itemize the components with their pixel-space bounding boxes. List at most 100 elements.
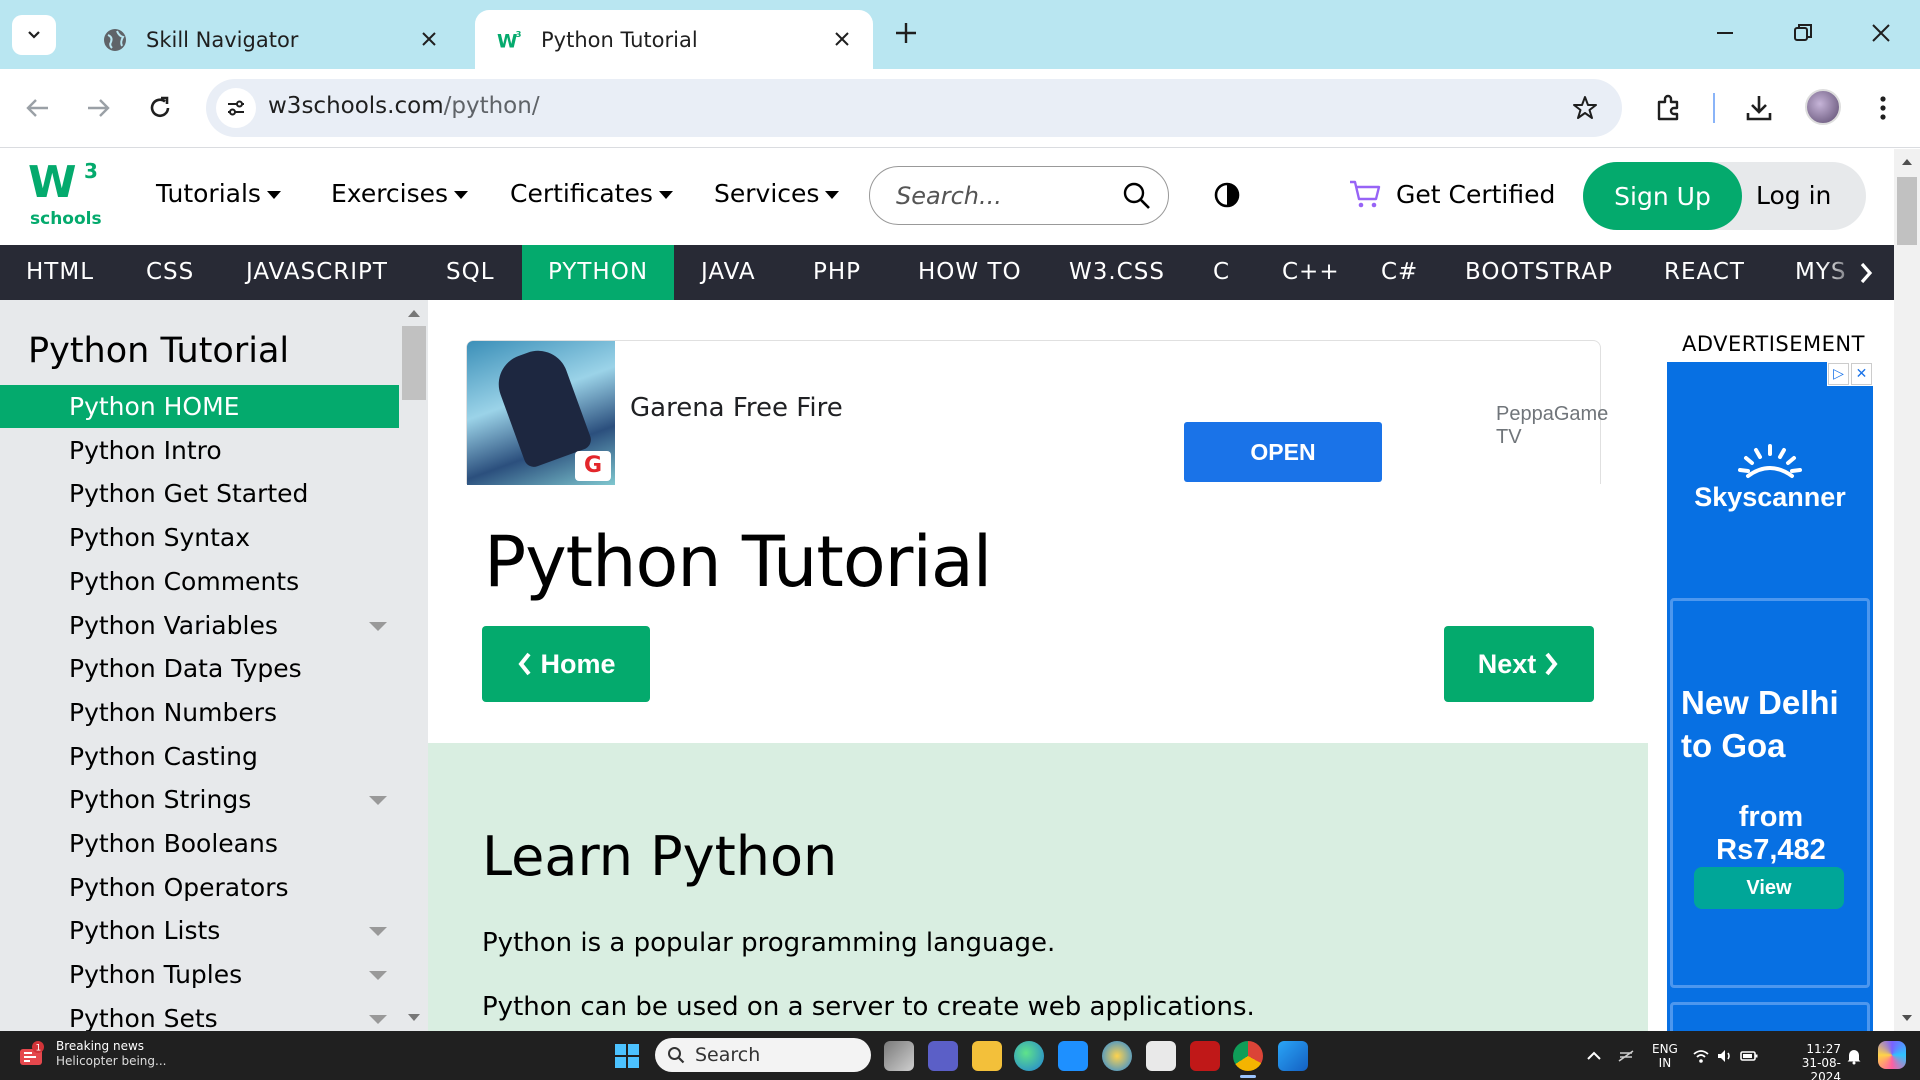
caret-down-icon[interactable] — [369, 971, 387, 981]
system-clock[interactable]: 11:27 31-08-2024 — [1775, 1042, 1841, 1080]
site-info-icon[interactable] — [216, 88, 256, 128]
address-bar[interactable]: w3schools.com/python/ — [206, 79, 1622, 137]
download-icon[interactable] — [1744, 93, 1774, 123]
search-icon[interactable] — [1122, 181, 1152, 211]
ad-open-button[interactable]: OPEN — [1184, 422, 1382, 482]
scroll-up-icon[interactable] — [408, 310, 420, 317]
topnav-css[interactable]: CSS — [146, 245, 194, 300]
topnav-howto[interactable]: HOW TO — [918, 245, 1022, 300]
sidebar-item-python-syntax[interactable]: Python Syntax — [0, 516, 399, 559]
language-indicator[interactable]: ENG IN — [1652, 1042, 1678, 1070]
help-app-icon[interactable] — [1102, 1041, 1132, 1071]
extensions-puzzle-icon[interactable] — [1654, 93, 1684, 123]
microsoft-store-icon[interactable] — [1146, 1041, 1176, 1071]
view-deal-button[interactable]: View — [1694, 867, 1844, 909]
sidebar-item-python-strings[interactable]: Python Strings — [0, 778, 399, 821]
topnav-html[interactable]: HTML — [26, 245, 94, 300]
profile-avatar[interactable] — [1805, 89, 1841, 125]
menu-services[interactable]: Services — [714, 179, 840, 208]
close-icon[interactable] — [418, 28, 440, 50]
caret-down-icon[interactable] — [369, 1014, 387, 1024]
sidebar-item-python-lists[interactable]: Python Lists — [0, 909, 399, 952]
topnav-bootstrap[interactable]: BOOTSTRAP — [1465, 245, 1613, 300]
sidebar-item-python-comments[interactable]: Python Comments — [0, 560, 399, 603]
notification-bell-icon[interactable] — [1845, 1047, 1863, 1065]
close-icon[interactable] — [831, 28, 853, 50]
windows-start-icon[interactable] — [614, 1043, 640, 1069]
log-in-button[interactable]: Log in — [1756, 181, 1831, 210]
get-certified-link[interactable]: Get Certified — [1348, 179, 1555, 209]
topnav-php[interactable]: PHP — [813, 245, 861, 300]
dark-mode-toggle-icon[interactable] — [1213, 181, 1241, 209]
bookmark-star-icon[interactable] — [1572, 95, 1598, 121]
more-vertical-icon[interactable] — [1868, 93, 1898, 123]
sidebar-item-python-numbers[interactable]: Python Numbers — [0, 691, 399, 734]
adchoices-icon[interactable]: ▷ — [1828, 363, 1849, 385]
sidebar-item-python-get-started[interactable]: Python Get Started — [0, 472, 399, 515]
minimize-icon[interactable] — [1712, 20, 1738, 46]
ad-close-icon[interactable]: ✕ — [1851, 363, 1872, 385]
menu-tutorials[interactable]: Tutorials — [156, 179, 281, 208]
edge-icon[interactable] — [1014, 1041, 1044, 1071]
file-explorer-icon[interactable] — [972, 1041, 1002, 1071]
topnav-java[interactable]: JAVA — [701, 245, 756, 300]
forward-arrow-icon[interactable] — [84, 94, 112, 122]
task-view-icon[interactable] — [884, 1041, 914, 1071]
skyscanner-ad[interactable]: ▷ ✕ Skyscanner New Delhi to Goa from Rs7… — [1667, 362, 1873, 1031]
flight-deal-card[interactable]: New Delhi to Goa from Rs7,482 View — [1670, 598, 1870, 988]
chevron-up-icon[interactable] — [1585, 1047, 1603, 1065]
topnav-react[interactable]: REACT — [1664, 245, 1745, 300]
scroll-down-icon[interactable] — [1901, 1013, 1913, 1023]
page-scrollbar-thumb[interactable] — [1897, 177, 1917, 245]
search-input[interactable] — [896, 179, 1116, 213]
tab-python-tutorial[interactable]: W3 Python Tutorial — [475, 10, 873, 69]
mcafee-icon[interactable] — [1190, 1041, 1220, 1071]
sidebar-item-python-operators[interactable]: Python Operators — [0, 866, 399, 909]
caret-down-icon[interactable] — [369, 927, 387, 937]
taskbar-search[interactable]: Search — [655, 1038, 871, 1072]
url-text[interactable]: w3schools.com/python/ — [268, 93, 540, 119]
window-close-icon[interactable] — [1868, 20, 1894, 46]
topnav-c[interactable]: C — [1213, 245, 1230, 300]
menu-certificates[interactable]: Certificates — [510, 179, 673, 208]
scroll-up-icon[interactable] — [1901, 157, 1913, 167]
sidebar-item-python-booleans[interactable]: Python Booleans — [0, 822, 399, 865]
flight-deal-card-next[interactable] — [1670, 1002, 1870, 1031]
sidebar-item-python-data-types[interactable]: Python Data Types — [0, 647, 399, 690]
chrome-icon[interactable] — [1233, 1041, 1263, 1071]
mobile-app-icon[interactable] — [1058, 1041, 1088, 1071]
ad-choices[interactable]: ▷ ✕ — [1827, 362, 1873, 386]
scroll-down-icon[interactable] — [408, 1014, 420, 1021]
topnav-python[interactable]: PYTHON — [522, 245, 674, 300]
home-button[interactable]: Home — [482, 626, 650, 702]
menu-exercises[interactable]: Exercises — [331, 179, 469, 208]
sidebar-item-python-intro[interactable]: Python Intro — [0, 429, 399, 472]
tab-skill-navigator[interactable]: Skill Navigator — [80, 10, 460, 69]
topnav-sql[interactable]: SQL — [446, 245, 495, 300]
photos-app-icon[interactable] — [1278, 1041, 1308, 1071]
network-off-icon[interactable] — [1617, 1047, 1635, 1065]
caret-down-icon[interactable] — [369, 796, 387, 806]
app-ad-banner[interactable]: G Garena Free Fire OPEN PeppaGame TV — [466, 340, 1608, 485]
wifi-icon[interactable] — [1692, 1047, 1710, 1065]
copilot-icon[interactable] — [1878, 1041, 1906, 1069]
back-arrow-icon[interactable] — [24, 94, 52, 122]
topnav-javascript[interactable]: JAVASCRIPT — [246, 245, 388, 300]
sidebar-scrollbar[interactable] — [400, 300, 428, 1031]
sidebar-item-python-sets[interactable]: Python Sets — [0, 997, 399, 1031]
sidebar-scrollbar-thumb[interactable] — [402, 326, 426, 400]
reload-icon[interactable] — [146, 94, 174, 122]
caret-down-icon[interactable] — [369, 621, 387, 631]
teams-icon[interactable] — [928, 1041, 958, 1071]
sidebar-item-python-variables[interactable]: Python Variables — [0, 604, 399, 647]
topnav-w3css[interactable]: W3.CSS — [1069, 245, 1165, 300]
chevron-right-icon[interactable] — [1852, 259, 1880, 287]
topnav-cpp[interactable]: C++ — [1282, 245, 1340, 300]
sidebar-item-python-casting[interactable]: Python Casting — [0, 735, 399, 778]
battery-icon[interactable] — [1740, 1047, 1758, 1065]
page-scrollbar[interactable] — [1894, 149, 1920, 1031]
next-button[interactable]: Next — [1444, 626, 1594, 702]
sidebar-item-python-tuples[interactable]: Python Tuples — [0, 953, 399, 996]
new-tab-plus-icon[interactable] — [893, 20, 919, 46]
volume-icon[interactable] — [1716, 1047, 1734, 1065]
